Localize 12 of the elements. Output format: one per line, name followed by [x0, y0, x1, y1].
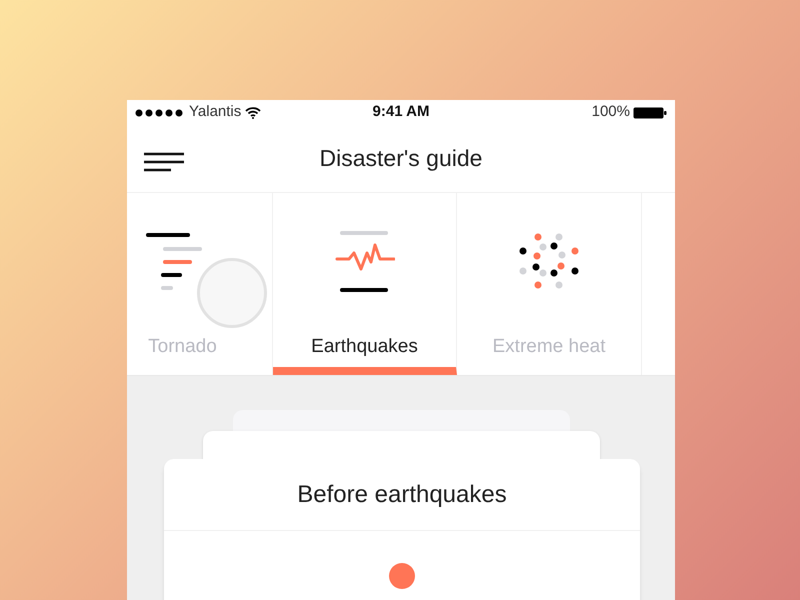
- category-tab[interactable]: Extreme heat: [457, 193, 642, 375]
- menu-icon: [143, 152, 185, 172]
- carrier-name: Yalantis: [189, 102, 242, 122]
- battery-icon: [633, 106, 667, 118]
- status-time: 9:41 AM: [372, 102, 430, 122]
- screen-title: Disaster's guide: [320, 144, 482, 174]
- signal-icon: [135, 108, 185, 116]
- wifi-icon: [245, 106, 262, 118]
- battery-percentage: 100%: [592, 102, 630, 122]
- category-tab[interactable]: Tornado: [127, 193, 273, 375]
- card-title: Before earthquakes: [297, 480, 507, 510]
- menu-button[interactable]: [143, 151, 185, 173]
